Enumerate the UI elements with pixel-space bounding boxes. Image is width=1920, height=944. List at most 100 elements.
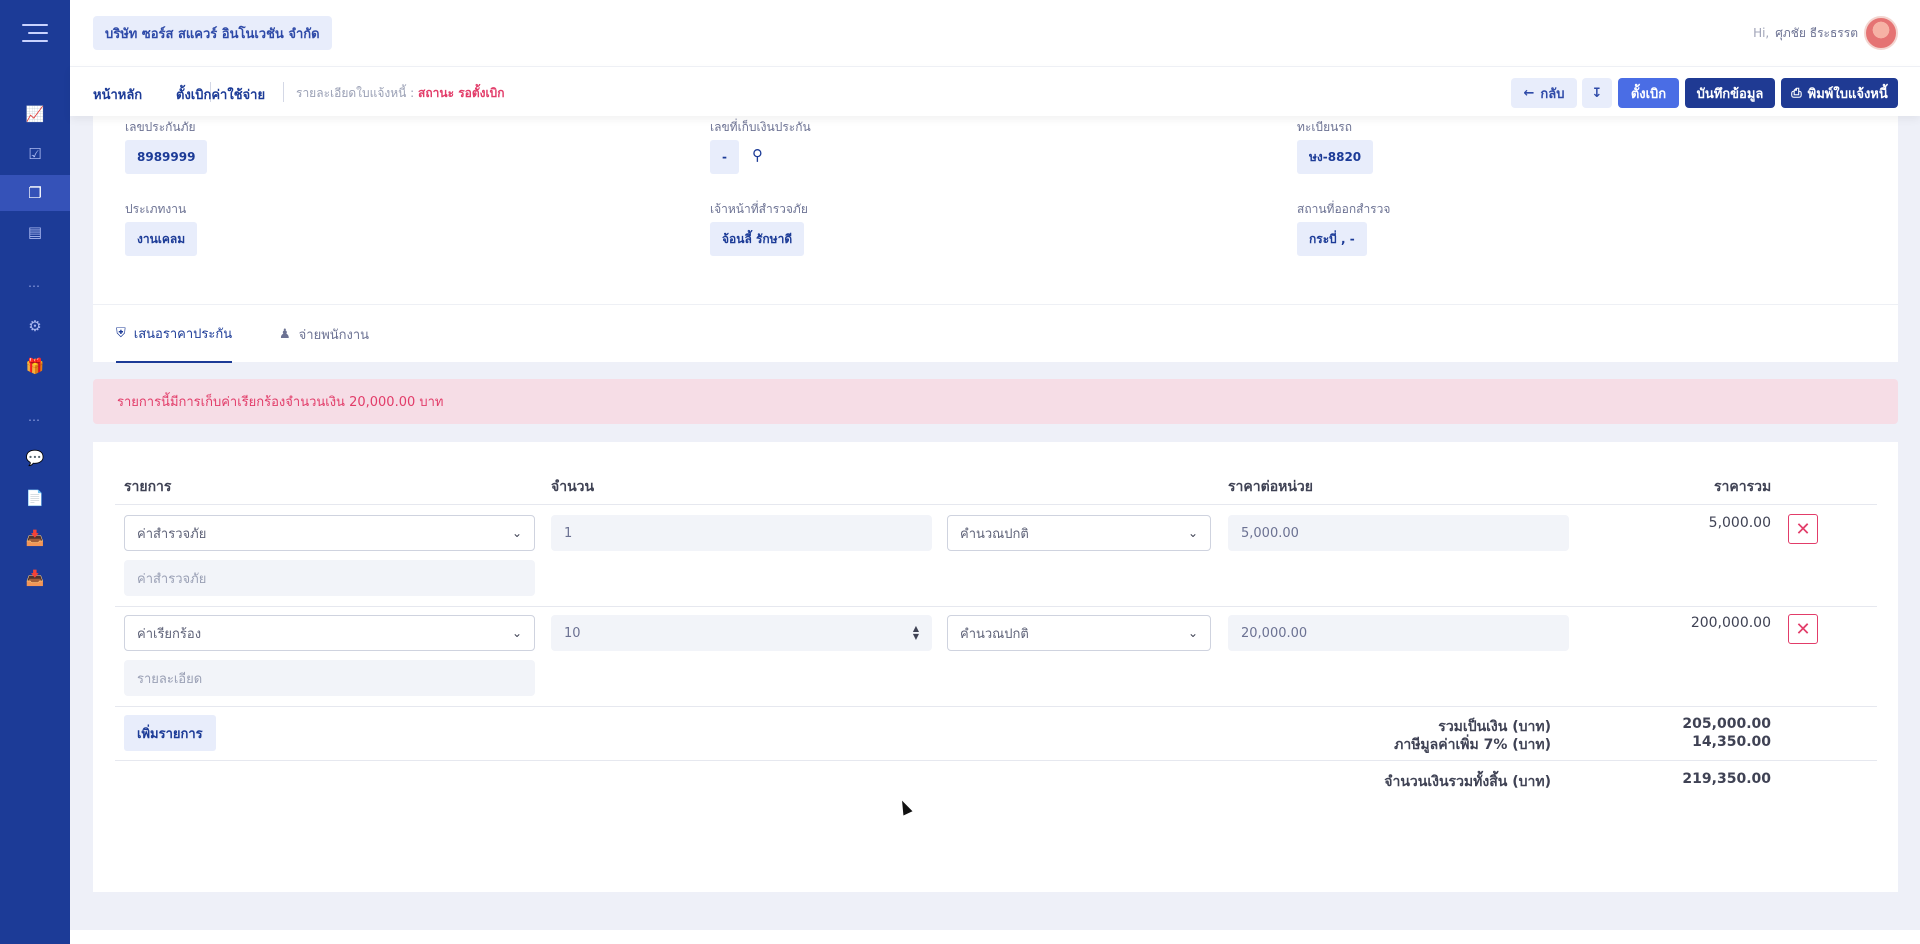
back-button[interactable]: ← กลับ xyxy=(1511,78,1577,108)
claim-button[interactable]: ตั้งเบิก xyxy=(1618,78,1679,108)
stepper-icon[interactable]: ▲ ▼ xyxy=(913,625,919,641)
calc-select-value: คำนวณปกติ xyxy=(960,626,1029,642)
user-menu[interactable]: Hi, ศุภชัย ธีระธรรต xyxy=(1753,16,1898,50)
printer-icon: ⎙ xyxy=(1791,85,1802,101)
user-name: ศุภชัย ธีระธรรต xyxy=(1775,25,1858,40)
print-label: พิมพ์ใบแจ้งหนี้ xyxy=(1807,86,1888,102)
detail-input[interactable]: ค่าสำรวจภัย xyxy=(124,560,535,596)
surveyor-label: เจ้าหน้าที่สำรวจภัย xyxy=(710,202,808,216)
arrow-left-icon: ← xyxy=(1523,85,1535,101)
qty-value: 10 xyxy=(564,625,581,641)
invoice-info-card: เลขประกันภัย 8989999 เลขที่เก็บเงินประกั… xyxy=(93,116,1898,304)
surveyor-value: จ้อนลี้ รักษาดี xyxy=(710,222,805,256)
chevron-down-icon: ⌄ xyxy=(1187,626,1198,640)
file-icon[interactable]: 📄 xyxy=(0,480,70,516)
row-total: 200,000.00 xyxy=(1690,615,1771,631)
item-select[interactable]: ค่าสำรวจภัย ⌄ xyxy=(124,515,535,551)
detail-input[interactable]: รายละเอียด xyxy=(124,660,535,696)
checklist-icon[interactable]: ☑ xyxy=(0,136,70,172)
chevron-down-icon: ⌄ xyxy=(511,626,522,640)
qty-input[interactable]: 10 ▲ ▼ xyxy=(551,615,932,651)
breadcrumb-detail: รายละเอียดใบแจ้งหนี้ : สถานะ รอตั้งเบิก xyxy=(296,84,505,103)
avatar[interactable] xyxy=(1864,16,1898,50)
grand-total-label: จำนวนเงินรวมทั้งสิ้น (บาท) xyxy=(1384,774,1551,790)
save-button[interactable]: บันทึกข้อมูล xyxy=(1685,78,1775,108)
vat-value: 14,350.00 xyxy=(1692,734,1771,750)
location-value: กระบี่ , - xyxy=(1297,222,1367,256)
plate-value: ษง-8820 xyxy=(1297,140,1374,174)
delete-row-button[interactable]: ✕ xyxy=(1788,614,1818,644)
divider xyxy=(115,504,1877,505)
download-icon[interactable]: 📥 xyxy=(0,560,70,596)
policy-label: เลขประกันภัย xyxy=(125,120,196,134)
item-select-value: ค่าสำรวจภัย xyxy=(137,526,207,542)
breadcrumb-expense[interactable]: ตั้งเบิกค่าใช้จ่าย xyxy=(176,84,265,105)
chevron-down-icon: ⌄ xyxy=(1187,526,1198,540)
policy-value: 8989999 xyxy=(125,140,208,174)
divider xyxy=(283,82,284,102)
item-select-value: ค่าเรียกร้อง xyxy=(137,626,202,642)
footer xyxy=(70,930,1920,944)
divider xyxy=(115,706,1877,707)
unit-price-input[interactable]: 5,000.00 xyxy=(1228,515,1569,551)
tab-pay-staff-label: จ่ายพนักงาน xyxy=(298,327,370,343)
worktype-label: ประเภทงาน xyxy=(125,202,187,216)
qty-input[interactable]: 1 xyxy=(551,515,932,551)
calc-select[interactable]: คำนวณปกติ ⌄ xyxy=(947,515,1211,551)
add-item-button[interactable]: เพิ่มรายการ xyxy=(124,715,216,751)
tab-quote-label: เสนอราคาประกัน xyxy=(133,326,233,342)
more-icon: ⋯ xyxy=(28,279,42,293)
download-icon: ↧ xyxy=(1591,85,1603,101)
vat-label: ภาษีมูลค่าเพิ่ม 7% (บาท) xyxy=(1394,737,1551,753)
close-icon: ✕ xyxy=(1795,518,1811,540)
topbar: บริษัท ซอร์ส สแควร์ อินโนเวชัน จำกัด Hi,… xyxy=(70,0,1920,66)
shield-icon: ⛨ xyxy=(116,325,126,341)
tabs: ⛨ เสนอราคาประกัน ♟ จ่ายพนักงาน xyxy=(93,304,1898,363)
close-icon: ✕ xyxy=(1795,618,1811,640)
divider xyxy=(115,606,1877,607)
print-invoice-button[interactable]: ⎙ พิมพ์ใบแจ้งหนี้ xyxy=(1781,78,1898,108)
detail-label: รายละเอียดใบแจ้งหนี้ : xyxy=(296,86,415,100)
grand-total-value: 219,350.00 xyxy=(1682,771,1771,787)
user-lock-icon: ♟ xyxy=(279,326,291,342)
sidebar: 📈 ☑ ❐ ▤ ⋯ ⚙ 🎁 ⋯ 💬 📄 📥 📥 xyxy=(0,0,70,944)
header-item: รายการ xyxy=(124,479,172,495)
copy-icon[interactable]: ❐ xyxy=(0,175,70,211)
receipt-label: เลขที่เก็บเงินประกัน xyxy=(710,120,811,134)
gear-icon[interactable]: ⚙ xyxy=(0,308,70,344)
header-total: ราคารวม xyxy=(1714,479,1772,495)
menu-toggle-icon[interactable] xyxy=(22,24,48,44)
more-icon: ⋯ xyxy=(28,413,42,427)
delete-row-button[interactable]: ✕ xyxy=(1788,514,1818,544)
status-badge: สถานะ รอตั้งเบิก xyxy=(418,86,505,100)
download-icon[interactable]: 📥 xyxy=(0,520,70,556)
calc-select[interactable]: คำนวณปกติ ⌄ xyxy=(947,615,1211,651)
company-badge[interactable]: บริษัท ซอร์ส สแควร์ อินโนเวชัน จำกัด xyxy=(93,16,332,50)
receipt-value: - xyxy=(710,140,739,174)
plate-label: ทะเบียนรถ xyxy=(1297,120,1353,134)
claim-alert: รายการนี้มีการเก็บค่าเรียกร้องจำนวนเงิน … xyxy=(93,379,1898,424)
chat-icon[interactable]: 💬 xyxy=(0,440,70,476)
divider xyxy=(115,760,1877,761)
subtotal-value: 205,000.00 xyxy=(1682,716,1771,732)
dashboard-icon[interactable]: 📈 xyxy=(0,96,70,132)
unit-price-input[interactable]: 20,000.00 xyxy=(1228,615,1569,651)
items-card: รายการ จำนวน ราคาต่อหน่วย ราคารวม ค่าสำร… xyxy=(93,442,1898,892)
header-unit-price: ราคาต่อหน่วย xyxy=(1228,479,1313,495)
header-qty: จำนวน xyxy=(551,479,595,495)
gift-icon[interactable]: 🎁 xyxy=(0,348,70,384)
row-total: 5,000.00 xyxy=(1708,515,1771,531)
tab-quote[interactable]: ⛨ เสนอราคาประกัน xyxy=(116,305,233,363)
location-label: สถานที่ออกสำรวจ xyxy=(1297,202,1391,216)
breadcrumb-bar: หน้าหลัก ตั้งเบิกค่าใช้จ่าย รายละเอียดใบ… xyxy=(70,66,1920,116)
document-list-icon[interactable]: ▤ xyxy=(0,214,70,250)
calc-select-value: คำนวณปกติ xyxy=(960,526,1029,542)
back-label: กลับ xyxy=(1540,86,1565,102)
item-select[interactable]: ค่าเรียกร้อง ⌄ xyxy=(124,615,535,651)
breadcrumb-home[interactable]: หน้าหลัก xyxy=(93,84,142,105)
download-button[interactable]: ↧ xyxy=(1582,78,1612,108)
greeting: Hi, xyxy=(1753,26,1770,40)
worktype-value: งานเคลม xyxy=(125,222,198,256)
tab-pay-staff[interactable]: ♟ จ่ายพนักงาน xyxy=(279,305,369,363)
search-icon[interactable]: ⚲ xyxy=(752,146,763,164)
